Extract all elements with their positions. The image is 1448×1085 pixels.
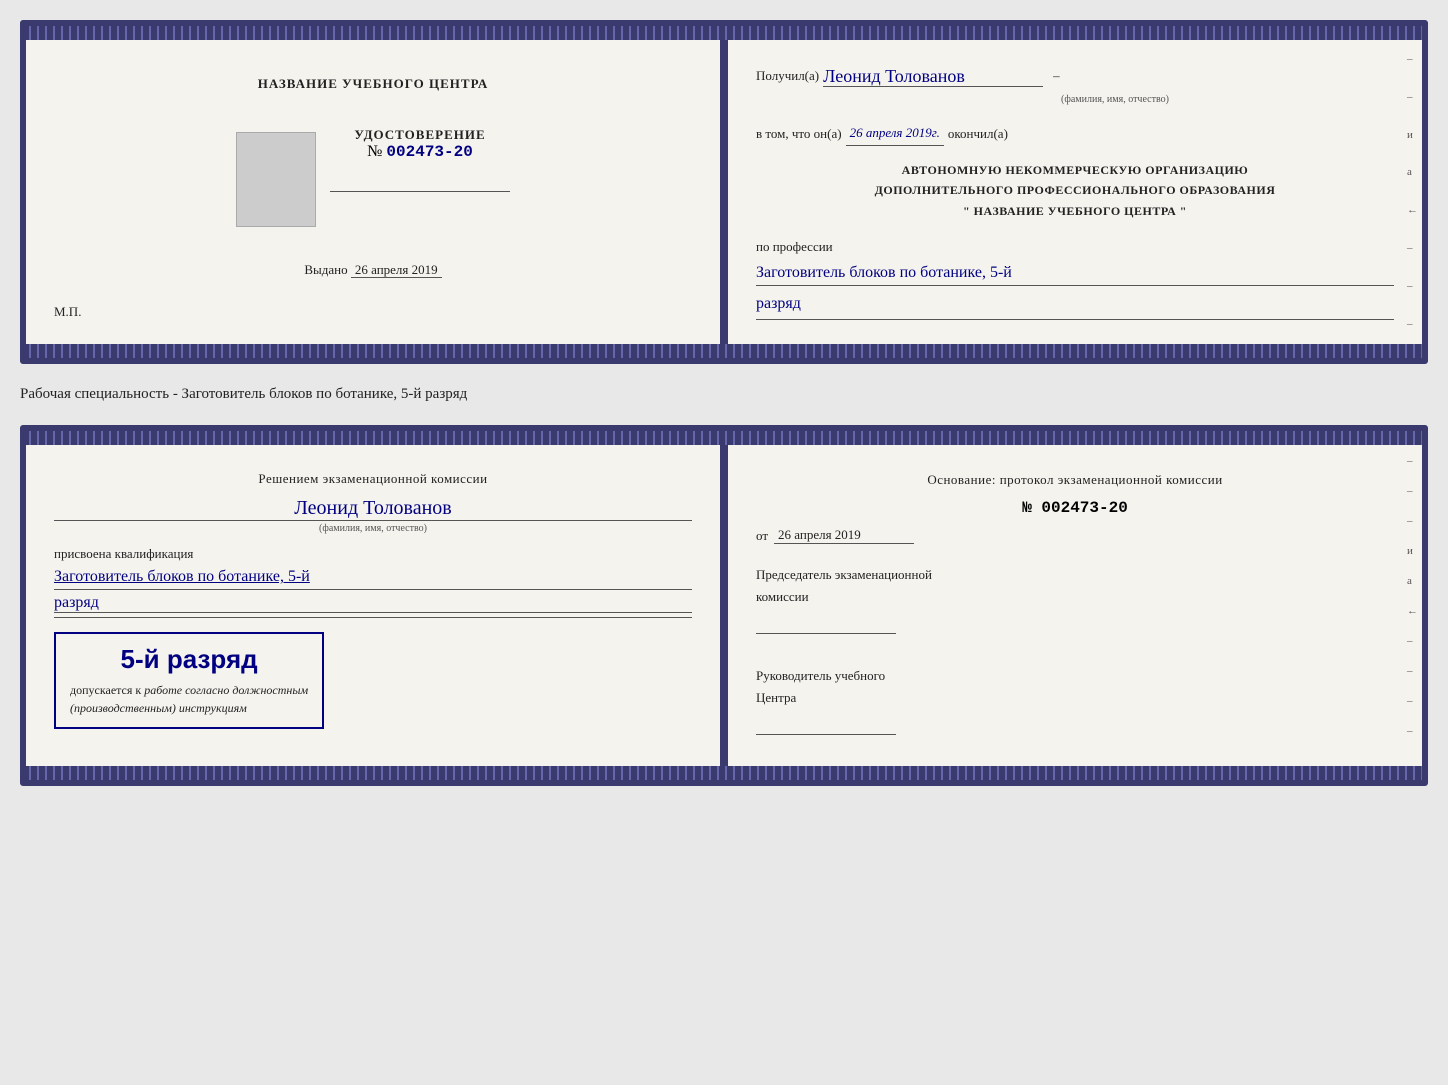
cert-label: УДОСТОВЕРЕНИЕ (330, 127, 510, 143)
director-label2: Центра (756, 687, 1394, 709)
bottom-document-inner: Решением экзаменационной комиссии Леонид… (26, 445, 1422, 767)
org-block: АВТОНОМНУЮ НЕКОММЕРЧЕСКУЮ ОРГАНИЗАЦИЮ ДО… (756, 160, 1394, 221)
permit-text1: допускается к (70, 683, 141, 697)
finished-label: окончил(а) (948, 122, 1008, 145)
protocol-number: № 002473-20 (756, 499, 1394, 517)
stamp-permit: допускается к работе согласно должностны… (70, 681, 308, 717)
basis-label: Основание: протокол экзаменационной коми… (927, 472, 1222, 487)
center-divider (720, 40, 728, 344)
commission-text: Решением экзаменационной комиссии (258, 471, 487, 486)
chairman-block: Председатель экзаменационной комиссии (756, 564, 1394, 641)
bottom-bottom-border-decoration (26, 766, 1422, 780)
profession-value: Заготовитель блоков по ботанике, 5-й (756, 262, 1394, 285)
director-block: Руководитель учебного Центра (756, 665, 1394, 742)
chairman-signature-line (756, 616, 896, 634)
issued-label: Выдано (304, 262, 347, 277)
permit-text3: (производственным) инструкциям (70, 701, 247, 715)
right-edge-marks: – – и а ← – – – – (1407, 50, 1418, 364)
bottom-doc-right-half: Основание: протокол экзаменационной коми… (728, 445, 1422, 767)
razryad-value: разряд (756, 290, 1394, 320)
specialty-text: Рабочая специальность - Заготовитель бло… (20, 382, 1428, 407)
date-value: 26 апреля 2019 (774, 527, 914, 544)
cert-number-prefix: № (367, 143, 382, 160)
stamp-box: 5-й разряд допускается к работе согласно… (54, 632, 324, 729)
recipient-name: Леонид Толованов (823, 67, 1043, 88)
confirmed-row: в том, что он(а) 26 апреля 2019г. окончи… (756, 121, 1394, 145)
dash: – (1047, 64, 1060, 87)
org-line1: АВТОНОМНУЮ НЕКОММЕРЧЕСКУЮ ОРГАНИЗАЦИЮ (756, 160, 1394, 180)
bottom-center-divider (720, 445, 728, 767)
stamp-grade: 5-й разряд (70, 644, 308, 675)
person-name: Леонид Толованов (54, 497, 692, 521)
bottom-document-card: Решением экзаменационной комиссии Леонид… (20, 425, 1428, 787)
org-line3: " НАЗВАНИЕ УЧЕБНОГО ЦЕНТРА " (756, 201, 1394, 221)
stamp-area: М.П. (54, 304, 81, 320)
confirmed-label: в том, что он(а) (756, 122, 842, 145)
top-document-card: НАЗВАНИЕ УЧЕБНОГО ЦЕНТРА УДОСТОВЕРЕНИЕ №… (20, 20, 1428, 364)
qualification-value: Заготовитель блоков по ботанике, 5-й (54, 566, 692, 589)
issued-date-value: 26 апреля 2019 (351, 262, 442, 278)
qualification-label: присвоена квалификация (54, 546, 692, 562)
confirmed-date: 26 апреля 2019г. (846, 121, 944, 145)
stamp-label: М.П. (54, 304, 81, 319)
bottom-border-decoration (26, 344, 1422, 358)
training-center-title: НАЗВАНИЕ УЧЕБНОГО ЦЕНТРА (258, 74, 489, 95)
chairman-label2: комиссии (756, 586, 1394, 608)
razryad2-value: разряд (54, 594, 692, 613)
profession-block: по профессии Заготовитель блоков по бота… (756, 235, 1394, 320)
top-border-decoration (26, 26, 1422, 40)
profession-label: по профессии (756, 239, 833, 254)
chairman-label: Председатель экзаменационной (756, 564, 1394, 586)
bottom-doc-left-half: Решением экзаменационной комиссии Леонид… (26, 445, 720, 767)
bottom-fio-sublabel: (фамилия, имя, отчество) (54, 523, 692, 534)
basis-text: Основание: протокол экзаменационной коми… (756, 469, 1394, 491)
issued-date-row: Выдано 26 апреля 2019 (304, 262, 441, 278)
date-prefix: от (756, 528, 768, 544)
fio-sublabel: (фамилия, имя, отчество) (836, 91, 1394, 109)
director-signature-line (756, 717, 896, 735)
photo-placeholder (236, 132, 316, 227)
cert-number: 002473-20 (386, 143, 472, 161)
assigned-label: присвоена квалификация (54, 546, 193, 561)
bottom-top-border-decoration (26, 431, 1422, 445)
top-document-inner: НАЗВАНИЕ УЧЕБНОГО ЦЕНТРА УДОСТОВЕРЕНИЕ №… (26, 40, 1422, 344)
org-line2: ДОПОЛНИТЕЛЬНОГО ПРОФЕССИОНАЛЬНОГО ОБРАЗО… (756, 180, 1394, 200)
commission-header: Решением экзаменационной комиссии (54, 469, 692, 490)
permit-text2: работе согласно должностным (144, 683, 308, 697)
received-label: Получил(а) (756, 64, 819, 87)
top-doc-left-half: НАЗВАНИЕ УЧЕБНОГО ЦЕНТРА УДОСТОВЕРЕНИЕ №… (26, 40, 720, 344)
recipient-row: Получил(а) Леонид Толованов – (756, 64, 1394, 87)
director-label: Руководитель учебного (756, 665, 1394, 687)
cert-number-block: УДОСТОВЕРЕНИЕ № 002473-20 (330, 127, 510, 161)
bottom-date-row: от 26 апреля 2019 (756, 527, 1394, 544)
page-wrapper: НАЗВАНИЕ УЧЕБНОГО ЦЕНТРА УДОСТОВЕРЕНИЕ №… (20, 20, 1428, 786)
bottom-right-edge-marks: – – – и а ← – – – – (1407, 455, 1418, 737)
top-doc-right-half: Получил(а) Леонид Толованов – (фамилия, … (728, 40, 1422, 344)
